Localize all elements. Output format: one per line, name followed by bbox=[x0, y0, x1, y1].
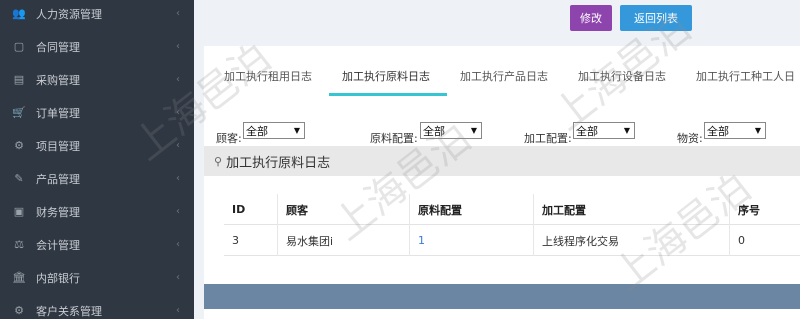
sidebar-item-contract[interactable]: ▢ 合同管理 ‹ bbox=[0, 30, 194, 63]
dropdown-arrow-icon: ▼ bbox=[293, 126, 300, 135]
cell-id: 3 bbox=[224, 225, 278, 256]
filter-customer-label: 顾客: bbox=[216, 132, 242, 145]
table-row[interactable]: 3 易水集团i 1 上线程序化交易 0 bbox=[224, 225, 800, 256]
cart-icon: 🛒 bbox=[12, 106, 26, 119]
tab-rental-log[interactable]: 加工执行租用日志 bbox=[224, 68, 312, 84]
chevron-left-icon: ‹ bbox=[176, 107, 180, 118]
sidebar-item-order[interactable]: 🛒 订单管理 ‹ bbox=[0, 96, 194, 129]
back-to-list-button[interactable]: 返回列表 bbox=[620, 5, 692, 31]
chevron-left-icon: ‹ bbox=[176, 239, 180, 250]
filter-process-select[interactable]: 全部 ▼ bbox=[573, 122, 635, 139]
edit-button[interactable]: 修改 bbox=[570, 5, 612, 31]
tab-worker-log[interactable]: 加工执行工种工人日 bbox=[696, 68, 795, 84]
filter-material-select[interactable]: 全部 ▼ bbox=[420, 122, 482, 139]
sidebar-item-label: 合同管理 bbox=[36, 40, 80, 54]
tab-bar: 加工执行租用日志 加工执行原料日志 加工执行产品日志 加工执行设备日志 加工执行… bbox=[204, 46, 800, 96]
cell-customer: 易水集团i bbox=[278, 225, 410, 256]
filter-material-supply-value: 全部 bbox=[707, 124, 729, 138]
user-icon: ⚲ bbox=[214, 154, 223, 168]
sidebar-item-label: 产品管理 bbox=[36, 172, 80, 186]
gears-icon: ⚙ bbox=[14, 304, 24, 317]
cell-material-config: 1 bbox=[410, 225, 534, 256]
column-header-id[interactable]: ID bbox=[224, 194, 278, 225]
dropdown-arrow-icon: ▼ bbox=[470, 126, 477, 135]
sidebar-item-hr[interactable]: 👥 人力资源管理 ‹ bbox=[0, 0, 194, 30]
filter-material-label: 原料配置: bbox=[370, 132, 418, 145]
main-content: 修改 返回列表 加工执行租用日志 加工执行原料日志 加工执行产品日志 加工执行设… bbox=[194, 0, 800, 319]
chevron-left-icon: ‹ bbox=[176, 272, 180, 283]
sidebar-item-project[interactable]: ⚙ 项目管理 ‹ bbox=[0, 129, 194, 162]
sidebar-item-finance[interactable]: ▣ 财务管理 ‹ bbox=[0, 195, 194, 228]
cell-process-config: 上线程序化交易 bbox=[534, 225, 730, 256]
chevron-left-icon: ‹ bbox=[176, 305, 180, 316]
column-header-sequence[interactable]: 序号 bbox=[730, 194, 800, 225]
sidebar-item-label: 财务管理 bbox=[36, 205, 80, 219]
bank-icon: 🏛 bbox=[12, 271, 26, 284]
sidebar-item-product[interactable]: ✎ 产品管理 ‹ bbox=[0, 162, 194, 195]
sidebar-item-label: 人力资源管理 bbox=[36, 7, 102, 21]
active-tab-indicator bbox=[329, 93, 447, 96]
sidebar-item-accounting[interactable]: ⚖ 会计管理 ‹ bbox=[0, 228, 194, 261]
dropdown-arrow-icon: ▼ bbox=[623, 126, 630, 135]
sidebar-item-crm[interactable]: ⚙ 客户关系管理 ‹ bbox=[0, 294, 194, 319]
dropdown-arrow-icon: ▼ bbox=[754, 126, 761, 135]
material-config-link[interactable]: 1 bbox=[418, 234, 425, 247]
chevron-left-icon: ‹ bbox=[176, 74, 180, 85]
sidebar-item-label: 内部银行 bbox=[36, 271, 80, 285]
chevron-left-icon: ‹ bbox=[176, 8, 180, 19]
section-title: 加工执行原料日志 bbox=[226, 155, 331, 171]
filter-customer-value: 全部 bbox=[246, 124, 268, 138]
filter-bar: 顾客: 全部 ▼ 原料配置: 全部 ▼ 加工配置: 全部 ▼ 物资: 全部 ▼ bbox=[204, 122, 800, 145]
edit-icon: ✎ bbox=[14, 172, 24, 185]
chevron-left-icon: ‹ bbox=[176, 173, 180, 184]
box-icon: ▤ bbox=[13, 73, 25, 86]
toolbar: 修改 返回列表 bbox=[194, 0, 800, 38]
chevron-left-icon: ‹ bbox=[176, 41, 180, 52]
table-header-row: ID 顾客 原料配置 加工配置 序号 bbox=[224, 194, 800, 225]
people-icon: 👥 bbox=[12, 7, 26, 20]
chevron-left-icon: ‹ bbox=[176, 206, 180, 217]
sidebar-item-label: 客户关系管理 bbox=[36, 304, 102, 318]
tab-product-log[interactable]: 加工执行产品日志 bbox=[460, 68, 548, 84]
tab-material-log[interactable]: 加工执行原料日志 bbox=[342, 68, 430, 84]
detail-panel: 加工执行租用日志 加工执行原料日志 加工执行产品日志 加工执行设备日志 加工执行… bbox=[204, 46, 800, 319]
sidebar-item-label: 项目管理 bbox=[36, 139, 80, 153]
section-header: ⚲ 加工执行原料日志 bbox=[204, 146, 800, 176]
sidebar-item-label: 订单管理 bbox=[36, 106, 80, 120]
footer-bar bbox=[204, 284, 800, 309]
filter-material-value: 全部 bbox=[423, 124, 445, 138]
sidebar-item-label: 会计管理 bbox=[36, 238, 80, 252]
document-icon: ▢ bbox=[13, 40, 25, 53]
column-header-material-config[interactable]: 原料配置 bbox=[410, 194, 534, 225]
scale-icon: ⚖ bbox=[14, 238, 24, 251]
column-header-process-config[interactable]: 加工配置 bbox=[534, 194, 730, 225]
tab-equipment-log[interactable]: 加工执行设备日志 bbox=[578, 68, 666, 84]
cog-icon: ⚙ bbox=[14, 139, 24, 152]
sidebar: 👥 人力资源管理 ‹ ▢ 合同管理 ‹ ▤ 采购管理 ‹ 🛒 订单管理 ‹ ⚙ … bbox=[0, 0, 194, 319]
filter-material-supply-label: 物资: bbox=[677, 132, 703, 145]
column-header-customer[interactable]: 顾客 bbox=[278, 194, 410, 225]
filter-process-label: 加工配置: bbox=[524, 132, 572, 145]
sidebar-item-purchase[interactable]: ▤ 采购管理 ‹ bbox=[0, 63, 194, 96]
chevron-left-icon: ‹ bbox=[176, 140, 180, 151]
filter-customer-select[interactable]: 全部 ▼ bbox=[243, 122, 305, 139]
money-icon: ▣ bbox=[13, 205, 25, 218]
sidebar-item-internal-bank[interactable]: 🏛 内部银行 ‹ bbox=[0, 261, 194, 294]
cell-sequence: 0 bbox=[738, 234, 745, 247]
sidebar-item-label: 采购管理 bbox=[36, 73, 80, 87]
filter-process-value: 全部 bbox=[576, 124, 598, 138]
filter-material-supply-select[interactable]: 全部 ▼ bbox=[704, 122, 766, 139]
